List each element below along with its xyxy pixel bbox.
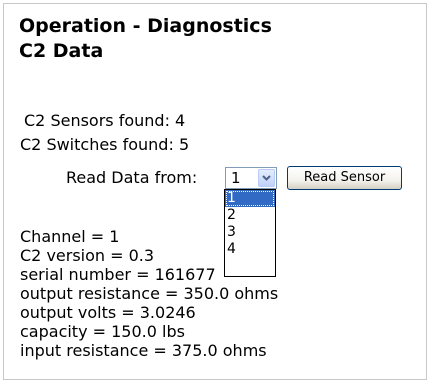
sensors-found-text: C2 Sensors found: 4 — [24, 111, 186, 130]
switches-found-text: C2 Switches found: 5 — [20, 135, 190, 154]
page-title-line-1: Operation - Diagnostics — [19, 15, 272, 37]
chevron-down-icon[interactable] — [258, 169, 275, 187]
channel-select-value: 1 — [231, 169, 241, 187]
read-data-from-label: Read Data from: — [66, 168, 198, 187]
page-title: Operation - Diagnostics C2 Data — [19, 14, 272, 64]
reading-line: output resistance = 350.0 ohms — [20, 284, 279, 303]
dropdown-option-1[interactable]: 1 — [225, 190, 275, 207]
page-title-line-2: C2 Data — [19, 40, 104, 62]
dropdown-option-4[interactable]: 4 — [225, 241, 275, 258]
dropdown-option-2[interactable]: 2 — [225, 207, 275, 224]
read-sensor-button[interactable]: Read Sensor — [287, 166, 402, 190]
reading-line: output volts = 3.0246 — [20, 303, 196, 322]
chevron-down-glyph — [262, 175, 271, 181]
channel-select[interactable]: 1 — [225, 167, 277, 189]
diagnostics-panel: Operation - Diagnostics C2 Data C2 Senso… — [3, 3, 427, 380]
dropdown-option-3[interactable]: 3 — [225, 224, 275, 241]
channel-dropdown-list[interactable]: 1 2 3 4 — [224, 189, 276, 277]
reading-line: input resistance = 375.0 ohms — [20, 341, 267, 360]
reading-line: capacity = 150.0 lbs — [20, 322, 185, 341]
